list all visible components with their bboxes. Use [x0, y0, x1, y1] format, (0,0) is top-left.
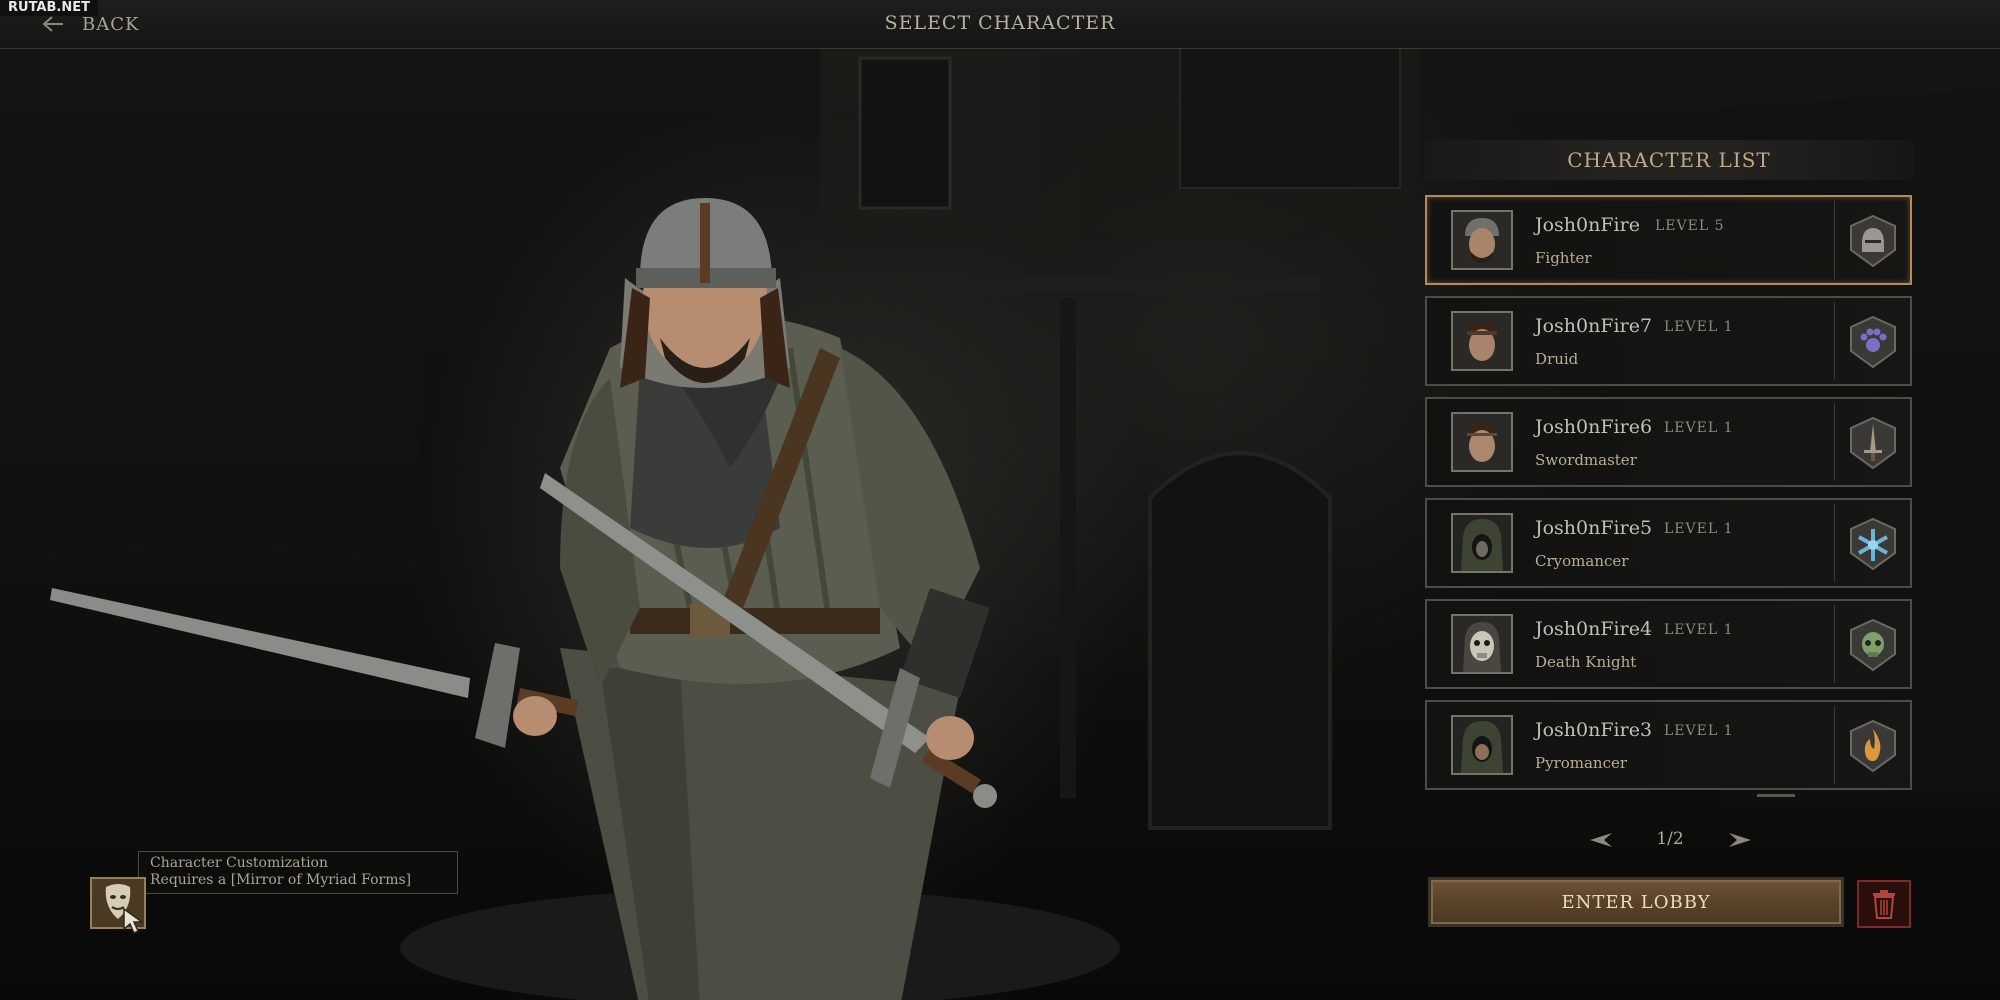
delete-character-button[interactable] [1857, 880, 1911, 928]
pyromancer-portrait-icon [1453, 717, 1511, 773]
cryomancer-portrait-icon [1453, 515, 1511, 571]
card-divider [1834, 201, 1835, 279]
pyromancer-flame-icon [1850, 719, 1896, 773]
character-portrait [1451, 210, 1513, 270]
tooltip-title: Character Customization [150, 855, 329, 871]
fighter-helm-icon [1850, 214, 1896, 268]
character-name: Josh0nFire4 [1535, 618, 1653, 640]
enter-lobby-label: ENTER LOBBY [1561, 891, 1711, 913]
top-bar: RUTAB.NET BACK SELECT CHARACTER [0, 0, 2000, 49]
card-divider [1834, 403, 1835, 481]
character-name: Josh0nFire6 [1535, 416, 1653, 438]
character-level: LEVEL 1 [1664, 319, 1734, 335]
character-name: Josh0nFire3 [1535, 719, 1653, 741]
swordmaster-portrait-icon [1453, 414, 1511, 470]
character-class: Pyromancer [1535, 754, 1628, 772]
page-indicator: 1/2 [1656, 829, 1684, 849]
druid-portrait-icon [1453, 313, 1511, 369]
swordmaster-blade-icon [1850, 416, 1896, 470]
tooltip-requirement: Requires a [Mirror of Myriad Forms] [150, 872, 412, 888]
character-class: Cryomancer [1535, 552, 1629, 570]
trash-icon [1873, 890, 1895, 919]
character-card[interactable]: Josh0nFire7 LEVEL 1 Druid [1425, 296, 1912, 386]
customization-tooltip: Character Customization Requires a [Mirr… [138, 851, 458, 894]
character-card[interactable]: Josh0nFire6 LEVEL 1 Swordmaster [1425, 397, 1912, 487]
page-title: SELECT CHARACTER [884, 12, 1116, 34]
card-divider [1834, 302, 1835, 380]
card-divider [1834, 706, 1835, 784]
character-customization-button[interactable] [90, 877, 146, 935]
enter-lobby-button[interactable]: ENTER LOBBY [1428, 877, 1844, 927]
page-next-arrow-icon[interactable] [1727, 831, 1753, 849]
fighter-portrait-icon [1453, 212, 1511, 268]
character-portrait [1451, 715, 1513, 775]
character-list-header: CHARACTER LIST [1424, 140, 1914, 180]
character-list-title: CHARACTER LIST [1567, 148, 1771, 172]
character-level: LEVEL 1 [1664, 622, 1734, 638]
character-card[interactable]: Josh0nFire LEVEL 5 Fighter [1425, 195, 1912, 285]
card-divider [1834, 504, 1835, 582]
character-level: LEVEL 5 [1655, 218, 1725, 234]
character-level: LEVEL 1 [1664, 521, 1734, 537]
character-name: Josh0nFire7 [1535, 315, 1653, 337]
mouse-cursor-icon [123, 907, 145, 935]
card-divider [1834, 605, 1835, 683]
list-scrollbar-thumb[interactable] [1757, 794, 1795, 797]
page-prev-arrow-icon[interactable] [1588, 831, 1614, 849]
character-card[interactable]: Josh0nFire4 LEVEL 1 Death Knight [1425, 599, 1912, 689]
death-knight-skull-icon [1850, 618, 1896, 672]
death-knight-portrait-icon [1453, 616, 1511, 672]
character-card[interactable]: Josh0nFire3 LEVEL 1 Pyromancer [1425, 700, 1912, 790]
character-name: Josh0nFire5 [1535, 517, 1653, 539]
character-class: Swordmaster [1535, 451, 1637, 469]
character-class: Fighter [1535, 249, 1592, 267]
character-portrait [1451, 513, 1513, 573]
character-portrait [1451, 311, 1513, 371]
character-portrait [1451, 614, 1513, 674]
character-card[interactable]: Josh0nFire5 LEVEL 1 Cryomancer [1425, 498, 1912, 588]
character-class: Death Knight [1535, 653, 1637, 671]
character-portrait [1451, 412, 1513, 472]
character-level: LEVEL 1 [1664, 420, 1734, 436]
character-name: Josh0nFire [1535, 214, 1640, 236]
cryomancer-snowflake-icon [1850, 517, 1896, 571]
character-class: Druid [1535, 350, 1579, 368]
druid-paw-icon [1850, 315, 1896, 369]
character-level: LEVEL 1 [1664, 723, 1734, 739]
